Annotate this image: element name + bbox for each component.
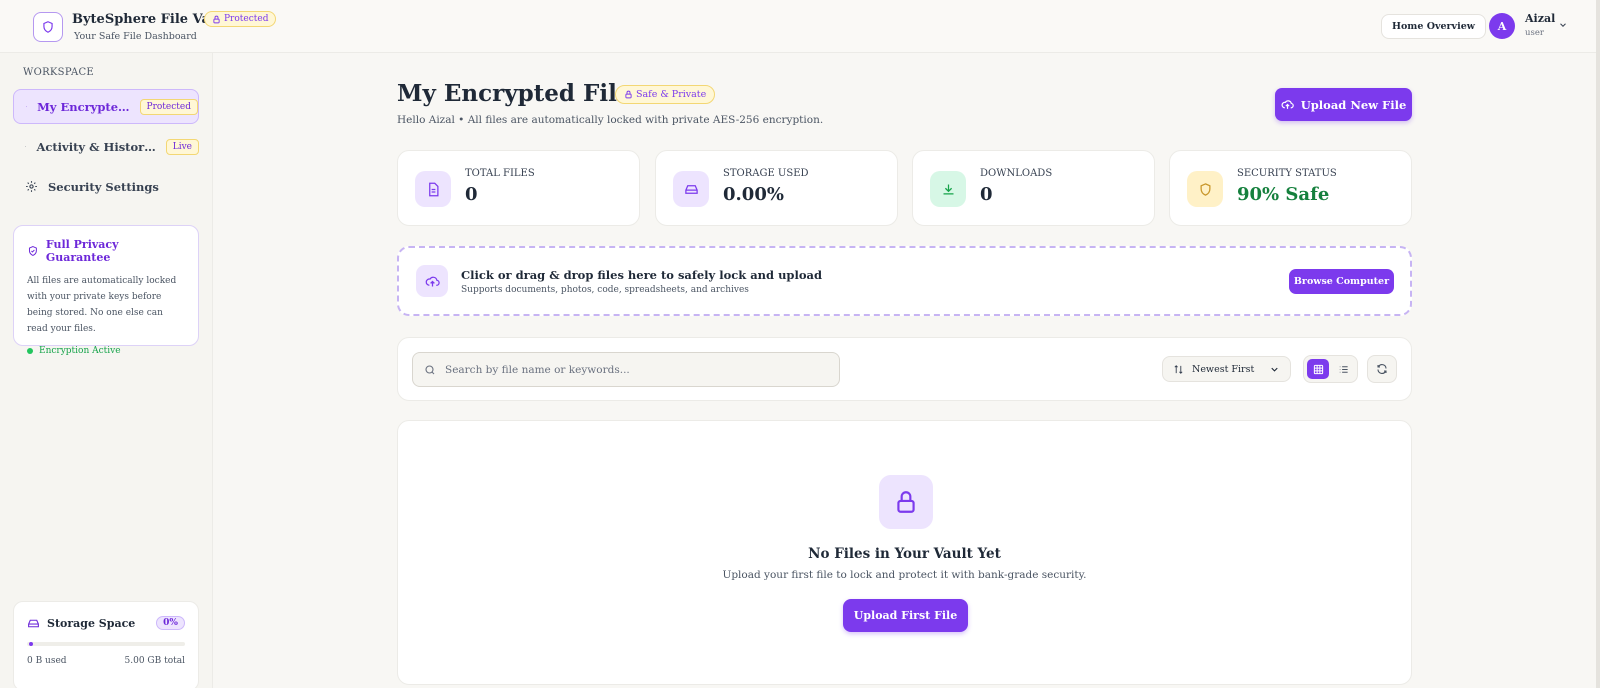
protected-badge: Protected (204, 11, 277, 27)
home-overview-button[interactable]: Home Overview (1381, 14, 1486, 39)
sort-selected-label: Newest First (1192, 363, 1255, 375)
sidebar-item-activity-history[interactable]: Activity & Histor… Live (13, 129, 199, 164)
protected-badge-label: Protected (224, 14, 269, 24)
privacy-guarantee-card: Full Privacy Guarantee All files are aut… (13, 225, 199, 356)
list-icon (1339, 365, 1348, 373)
storage-progress-bar (27, 642, 185, 646)
shield-check-icon (28, 246, 37, 256)
grid-view-button[interactable] (1307, 359, 1329, 379)
stat-icon-box (415, 171, 451, 207)
lock-icon (897, 491, 915, 513)
grid-icon (1313, 364, 1323, 374)
sidebar-item-label: Security Settings (48, 179, 159, 194)
chevron-down-icon (1271, 367, 1278, 372)
stat-card-security-status: SECURITY STATUS 90% Safe (1169, 150, 1412, 226)
storage-total: 5.00 GB total (124, 656, 185, 666)
stat-icon-box (1187, 171, 1223, 207)
stat-label: DOWNLOADS (980, 168, 1053, 179)
files-empty-state: No Files in Your Vault Yet Upload your f… (397, 420, 1412, 685)
storage-title-row: Storage Space 0% (27, 616, 185, 630)
stat-label: TOTAL FILES (465, 168, 535, 179)
folder-lock-icon (26, 106, 27, 107)
storage-progress-fill (29, 642, 33, 646)
privacy-text: All files are automatically locked with … (27, 276, 177, 334)
empty-icon-box (879, 475, 933, 529)
stat-value: 90% Safe (1237, 184, 1330, 205)
avatar[interactable]: A (1489, 13, 1515, 39)
search-icon (425, 364, 435, 374)
user-role: user (1525, 28, 1544, 38)
file-icon (428, 182, 438, 196)
protected-pill: Protected (139, 98, 198, 115)
shield-icon (1200, 182, 1210, 196)
sidebar-item-security-settings[interactable]: Security Settings (13, 169, 199, 204)
sort-arrows-icon (1174, 364, 1183, 374)
shield-icon (43, 21, 53, 33)
dropzone-title: Click or drag & drop files here to safel… (461, 268, 823, 282)
page-scrollbar[interactable] (1596, 0, 1600, 688)
stat-card-downloads: DOWNLOADS 0 (912, 150, 1155, 226)
sidebar-item-label: Activity & Histor… (36, 139, 156, 154)
top-bar: ByteSphere File Vault Your Safe File Das… (0, 0, 1596, 53)
stat-value: 0 (465, 184, 478, 205)
empty-state-title: No Files in Your Vault Yet (808, 546, 1001, 562)
user-name[interactable]: Aizal (1525, 12, 1555, 25)
storage-space-card: Storage Space 0% 0 B used 5.00 GB total (13, 601, 199, 688)
encryption-status-label: Encryption Active (39, 346, 121, 356)
drive-icon (28, 619, 39, 627)
upload-new-file-button[interactable]: Upload New File (1275, 88, 1412, 121)
sidebar: WORKSPACE My Encrypte… Protected Activit… (0, 53, 213, 688)
refresh-button[interactable] (1367, 355, 1397, 383)
storage-used: 0 B used (27, 656, 67, 666)
list-view-button[interactable] (1332, 359, 1354, 379)
stat-value: 0.00% (723, 184, 784, 205)
gear-icon (26, 181, 37, 192)
empty-state-subtitle: Upload your first file to lock and prote… (722, 569, 1087, 581)
activity-icon (25, 145, 27, 148)
sidebar-item-my-encrypted-files[interactable]: My Encrypte… Protected (13, 89, 199, 124)
stat-card-total-files: TOTAL FILES 0 (397, 150, 640, 226)
page-title: My Encrypted Files (397, 80, 645, 107)
storage-title: Storage Space (47, 616, 136, 630)
privacy-title-row: Full Privacy Guarantee (27, 238, 185, 264)
chevron-down-icon[interactable] (1558, 20, 1568, 30)
privacy-title: Full Privacy Guarantee (45, 238, 119, 264)
stat-icon-box (673, 171, 709, 207)
file-toolbar: Newest First (397, 337, 1412, 401)
sidebar-item-label: My Encrypte… (37, 99, 130, 114)
sort-select[interactable]: Newest First (1162, 356, 1291, 382)
storage-footer: 0 B used 5.00 GB total (27, 656, 185, 666)
lock-icon (625, 90, 632, 99)
stat-value: 0 (980, 184, 993, 205)
app-logo[interactable] (33, 12, 63, 42)
drive-icon (684, 184, 698, 194)
search-box[interactable] (412, 352, 840, 387)
workspace-label: WORKSPACE (23, 67, 95, 78)
stat-card-storage-used: STORAGE USED 0.00% (655, 150, 898, 226)
cloud-upload-icon (1281, 100, 1294, 109)
upload-new-file-label: Upload New File (1300, 97, 1407, 112)
cloud-upload-icon (425, 276, 440, 286)
dropzone-icon-box (416, 265, 448, 297)
stat-label: STORAGE USED (723, 168, 809, 179)
encryption-status: Encryption Active (27, 346, 185, 356)
status-dot (27, 348, 33, 354)
app-subtitle: Your Safe File Dashboard (74, 31, 197, 42)
page-subtitle: Hello Aizal • All files are automaticall… (397, 114, 824, 126)
safe-private-label: Safe & Private (636, 89, 707, 100)
storage-percent-badge: 0% (156, 616, 185, 630)
dropzone-subtitle: Supports documents, photos, code, spread… (461, 285, 749, 295)
search-input[interactable] (445, 363, 825, 376)
upload-first-file-button[interactable]: Upload First File (843, 599, 968, 632)
refresh-icon (1377, 364, 1387, 374)
lock-icon (213, 15, 220, 23)
stat-label: SECURITY STATUS (1237, 168, 1337, 179)
stat-icon-box (930, 171, 966, 207)
download-icon (943, 184, 953, 194)
safe-private-badge: Safe & Private (615, 85, 716, 104)
browse-computer-button[interactable]: Browse Computer (1289, 269, 1394, 294)
live-pill: Live (165, 138, 199, 155)
view-toggle (1303, 355, 1358, 383)
file-dropzone[interactable]: Click or drag & drop files here to safel… (397, 246, 1412, 316)
